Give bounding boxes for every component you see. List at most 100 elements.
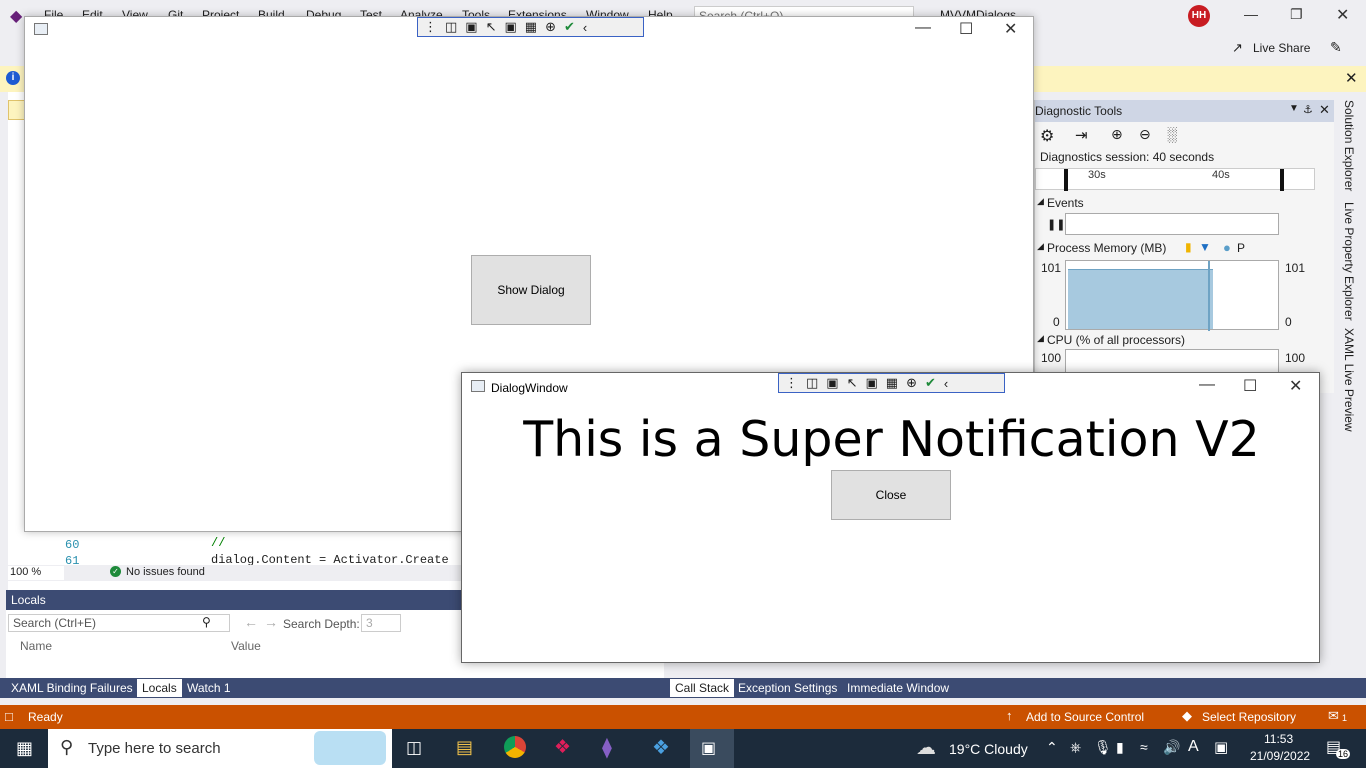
taskbar-search-input[interactable]: ⚲ Type here to search	[48, 729, 392, 768]
zoom-out-icon[interactable]: ⊖	[1139, 126, 1151, 143]
display-adorners-icon[interactable]: ▣	[866, 375, 878, 391]
side-tab-xaml-live-preview[interactable]: XAML Live Preview	[1342, 328, 1356, 432]
clock-date[interactable]: 21/09/2022	[1250, 749, 1310, 763]
chevron-up-icon[interactable]: ⌃	[1046, 739, 1058, 756]
timeline-start-marker[interactable]	[1064, 169, 1068, 191]
tab-locals[interactable]: Locals	[137, 679, 182, 697]
collapse-arrow-icon[interactable]: ◢	[1037, 333, 1044, 344]
close-window-button[interactable]: ✕	[1004, 19, 1017, 39]
vs-restore-button[interactable]: ❐	[1290, 6, 1303, 23]
go-to-live-tree-icon[interactable]: ◫	[445, 19, 457, 35]
dialog-close-window-button[interactable]: ✕	[1289, 376, 1302, 396]
back-arrow-icon[interactable]: ←	[244, 614, 258, 630]
info-icon: i	[6, 71, 20, 85]
check-icon: ✓	[110, 566, 121, 577]
locals-search-input[interactable]: Search (Ctrl+E)	[8, 614, 230, 632]
tab-immediate-window[interactable]: Immediate Window	[842, 679, 954, 697]
column-header-value[interactable]: Value	[231, 639, 261, 653]
memory-axis-max-left: 101	[1041, 261, 1062, 275]
wpf-app-icon[interactable]: ▣	[701, 738, 716, 758]
drag-handle-icon[interactable]: ⋮	[785, 375, 798, 391]
windows-start-icon[interactable]: ▦	[16, 738, 33, 759]
avatar[interactable]: HH	[1188, 5, 1210, 27]
column-header-name[interactable]: Name	[20, 639, 52, 653]
side-tab-solution-explorer[interactable]: Solution Explorer	[1342, 100, 1356, 191]
device-icon[interactable]: ⎈	[1070, 739, 1081, 756]
chrome-icon[interactable]	[504, 736, 526, 758]
binding-failures-icon[interactable]: ⊕	[545, 19, 556, 35]
process-memory-chart[interactable]	[1065, 260, 1279, 331]
dialog-maximize-button[interactable]: ☐	[1243, 376, 1257, 396]
binding-failures-icon[interactable]: ⊕	[906, 375, 917, 391]
dialog-minimize-button[interactable]: —	[1199, 376, 1215, 394]
tab-call-stack[interactable]: Call Stack	[670, 679, 735, 697]
search-icon[interactable]: ⚲	[202, 615, 211, 629]
select-element-icon[interactable]: ↖	[486, 19, 497, 35]
microphone-icon[interactable]: 🎙	[1094, 739, 1112, 756]
close-button[interactable]: Close	[831, 470, 951, 520]
go-to-live-tree-icon[interactable]: ◫	[806, 375, 818, 391]
camera-icon[interactable]: ▣	[465, 19, 477, 35]
output-icon[interactable]: □	[5, 709, 13, 724]
tab-watch-1[interactable]: Watch 1	[182, 679, 236, 697]
hot-reload-check-icon[interactable]: ✔	[925, 375, 936, 391]
show-dialog-button[interactable]: Show Dialog	[471, 255, 591, 325]
vs-close-button[interactable]: ✕	[1336, 5, 1349, 25]
pause-icon[interactable]: ❚❚	[1047, 218, 1065, 231]
forward-arrow-icon[interactable]: →	[264, 614, 278, 630]
code-editor[interactable]: 60 // 61 dialog.Content = Activator.Crea…	[25, 532, 465, 568]
settings-gear-icon[interactable]: ⚙	[1040, 126, 1054, 146]
feedback-icon[interactable]: ✎	[1330, 39, 1342, 56]
dropdown-icon[interactable]: ▼	[1289, 103, 1299, 114]
minimize-button[interactable]: —	[915, 19, 931, 37]
pin-icon[interactable]: ⚓	[1303, 103, 1313, 116]
export-icon[interactable]: ⇥	[1075, 126, 1088, 144]
camera-icon[interactable]: ▣	[826, 375, 838, 391]
up-arrow-icon: ↑	[1006, 708, 1013, 723]
collapse-arrow-icon[interactable]: ◢	[1037, 196, 1044, 207]
vs-logo-icon: ◆	[10, 8, 23, 25]
track-focus-icon[interactable]: ▦	[525, 19, 537, 35]
app-window-icon	[34, 23, 48, 35]
file-explorer-icon[interactable]: ▤	[456, 737, 473, 758]
screen-capture-icon[interactable]: ▣	[1214, 738, 1228, 756]
tab-xaml-binding-failures[interactable]: XAML Binding Failures	[6, 679, 138, 697]
panel-close-icon[interactable]: ✕	[1319, 102, 1330, 118]
events-label: Events	[1047, 196, 1084, 210]
diagnostic-tools-title: Diagnostic Tools	[1035, 104, 1123, 118]
display-adorners-icon[interactable]: ▣	[505, 19, 517, 35]
vs-minimize-button[interactable]: —	[1244, 6, 1258, 22]
notifications-bell-icon[interactable]: ✉	[1328, 708, 1339, 724]
collapse-toolbar-icon[interactable]: ‹	[944, 376, 948, 391]
infobar-close-icon[interactable]: ✕	[1345, 69, 1358, 87]
battery-icon[interactable]: ▮	[1116, 739, 1124, 756]
slack-icon[interactable]: ❖	[554, 736, 571, 759]
zoom-select[interactable]: 100 %	[8, 566, 64, 580]
chart-view-icon[interactable]: ░	[1167, 126, 1177, 142]
weather-label[interactable]: 19°C Cloudy	[949, 741, 1028, 757]
input-method-icon[interactable]: A	[1188, 738, 1199, 756]
timeline-ruler[interactable]: 30s 40s	[1035, 168, 1315, 191]
live-share-button[interactable]: Live Share	[1253, 41, 1310, 55]
tab-exception-settings[interactable]: Exception Settings	[733, 679, 842, 697]
volume-icon[interactable]: 🔊	[1163, 739, 1180, 756]
drag-handle-icon[interactable]: ⋮	[424, 19, 437, 35]
collapse-toolbar-icon[interactable]: ‹	[583, 20, 587, 35]
search-depth-select[interactable]: 3	[361, 614, 401, 632]
add-to-source-control-button[interactable]: Add to Source Control	[1026, 710, 1144, 724]
maximize-button[interactable]: ☐	[959, 19, 973, 39]
dev-tool-icon[interactable]: ❖	[652, 735, 670, 760]
hot-reload-check-icon[interactable]: ✔	[564, 19, 575, 35]
timeline-end-marker[interactable]	[1280, 169, 1284, 191]
collapse-arrow-icon[interactable]: ◢	[1037, 241, 1044, 252]
task-view-icon[interactable]: ◫	[406, 738, 422, 758]
wifi-icon[interactable]: ≈	[1140, 739, 1148, 755]
issues-label[interactable]: No issues found	[126, 566, 205, 578]
select-repository-button[interactable]: Select Repository	[1202, 710, 1296, 724]
select-element-icon[interactable]: ↖	[847, 375, 858, 391]
side-tab-live-property-explorer[interactable]: Live Property Explorer	[1342, 202, 1356, 321]
visual-studio-icon[interactable]: ⧫	[602, 735, 612, 760]
clock-time[interactable]: 11:53	[1264, 732, 1293, 746]
track-focus-icon[interactable]: ▦	[886, 375, 898, 391]
zoom-in-icon[interactable]: ⊕	[1111, 126, 1123, 143]
